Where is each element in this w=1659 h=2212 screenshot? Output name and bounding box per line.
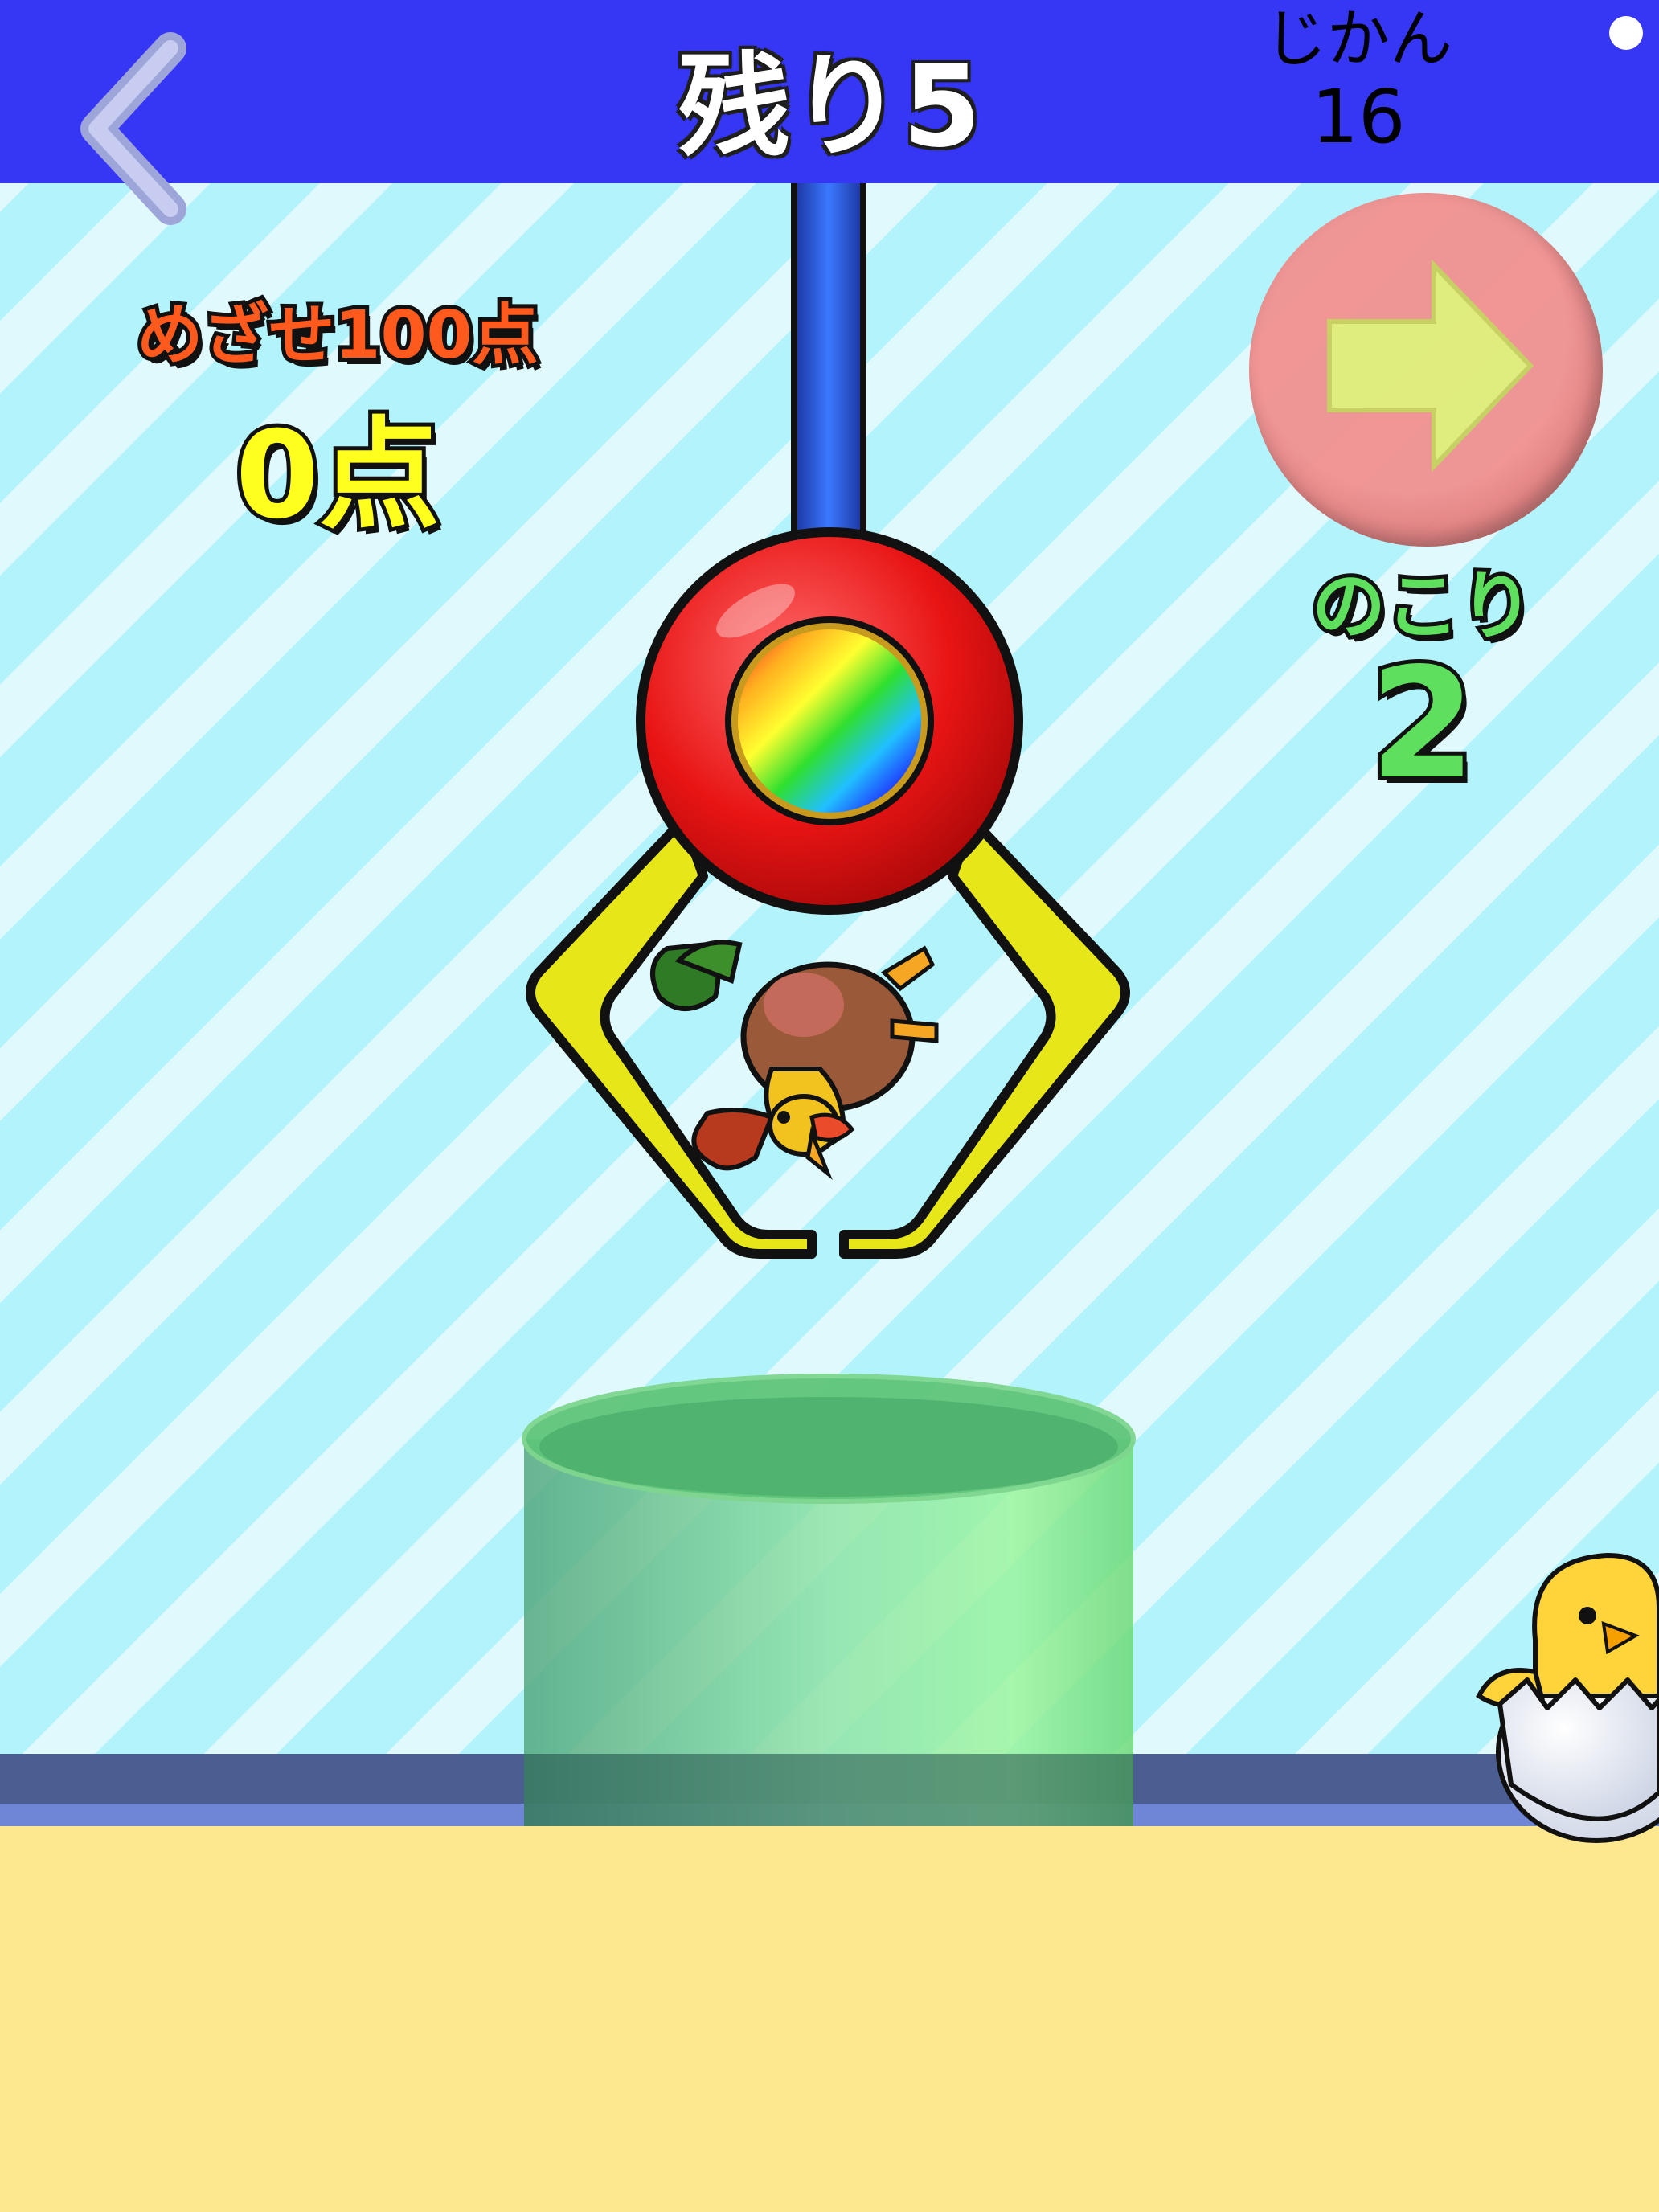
claw-hub[interactable]: [636, 527, 1023, 915]
rooster-character: [650, 940, 939, 1180]
claw-rod: [791, 183, 866, 553]
chick-in-egg: [1476, 1552, 1659, 1843]
goal-cup[interactable]: [522, 1374, 1136, 1826]
